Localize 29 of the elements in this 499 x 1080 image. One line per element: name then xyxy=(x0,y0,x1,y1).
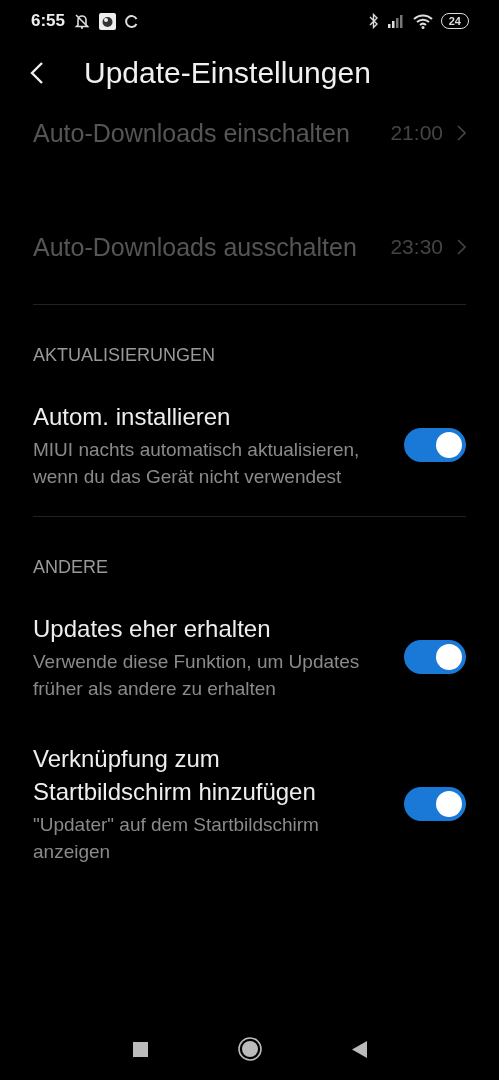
bluetooth-icon xyxy=(368,13,379,29)
app-notification-icon xyxy=(99,12,117,30)
page-title: Update-Einstellungen xyxy=(84,56,371,90)
chevron-right-icon xyxy=(457,125,466,141)
toggle-switch[interactable] xyxy=(404,640,466,674)
back-icon[interactable] xyxy=(351,1040,367,1058)
setting-title: Autom. installieren xyxy=(33,402,232,432)
setting-title: Auto-Downloads ausschalten xyxy=(33,231,358,263)
wifi-icon xyxy=(412,13,433,29)
signal-icon xyxy=(386,14,405,28)
time-value: 21:00 xyxy=(390,121,443,145)
setting-title: Auto-Downloads einschalten xyxy=(33,117,351,149)
recents-icon[interactable] xyxy=(132,1041,148,1057)
time-value: 23:30 xyxy=(390,235,443,259)
toggle-switch[interactable] xyxy=(404,786,466,821)
section-heading: AKTUALISIERUNGEN xyxy=(33,344,217,367)
sync-icon xyxy=(124,13,140,29)
chevron-right-icon xyxy=(457,239,466,255)
clock-time: 6:55 xyxy=(31,11,66,31)
home-icon[interactable] xyxy=(237,1037,262,1061)
setting-description: Verwende diese Funktion, um Updates früher als andere zu erhalten xyxy=(33,650,361,701)
toggle-switch[interactable] xyxy=(404,428,466,462)
setting-description: "Updater" auf dem Startbildschirm anzeigen xyxy=(33,813,320,864)
back-button[interactable] xyxy=(30,61,44,85)
setting-title: Verknüpfung zum Startbildschirm hinzufügen xyxy=(33,744,317,807)
muted-bell-icon xyxy=(73,12,92,30)
section-heading: ANDERE xyxy=(33,556,109,579)
setting-title: Updates eher erhalten xyxy=(33,614,272,644)
setting-description: MIUI nachts automatisch aktualisieren, wenn du das Gerät nicht verwendest xyxy=(33,438,361,489)
